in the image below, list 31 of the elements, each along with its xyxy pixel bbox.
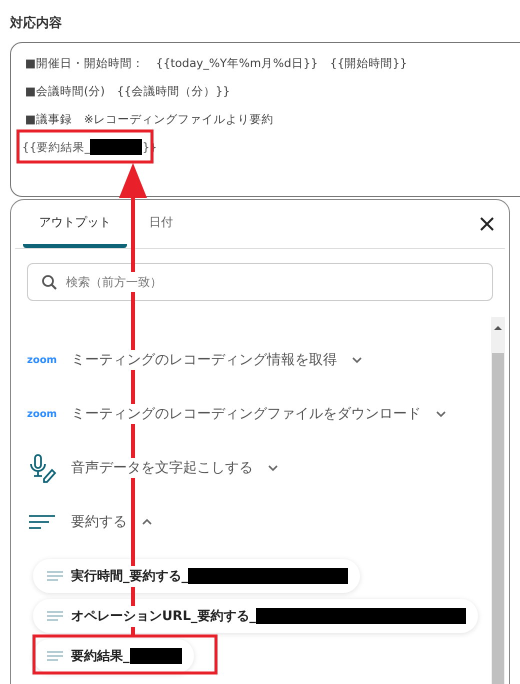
tab[interactable]: 日付 [135, 200, 187, 248]
list-item[interactable]: zoom ミーティングのレコーディング情報を取得 [27, 333, 491, 387]
output-item[interactable]: 要約結果_ [33, 639, 194, 673]
text-line: {{today_%Y年%m月%d日}} [156, 56, 318, 70]
lines-icon [47, 650, 63, 662]
list-item[interactable]: 要約する [27, 495, 491, 549]
list-item[interactable]: 音声データを文字起こしする [27, 441, 491, 495]
lines-icon [47, 610, 63, 622]
text-line: {{会議時間（分）}} [116, 84, 230, 98]
zoom-logo: zoom [27, 354, 57, 366]
microphone-icon [27, 453, 57, 483]
search-icon [41, 274, 57, 290]
zoom-logo: zoom [27, 408, 57, 420]
field-label: 対応内容 [10, 14, 63, 32]
output-item[interactable]: 実行時間_要約する_ [33, 559, 360, 593]
tab[interactable]: アウトプット [23, 200, 127, 248]
scrollbar[interactable] [491, 317, 505, 684]
scroll-up-icon[interactable] [494, 325, 502, 331]
text-line: ※レコーディングファイルより要約 [84, 112, 274, 126]
item-label: 実行時間_要約する_ [71, 568, 188, 585]
item-label: オペレーションURL_要約する_ [71, 608, 256, 625]
text-line: ■開催日・開始時間： [25, 56, 144, 70]
text-line: {{開始時間}} [330, 56, 408, 70]
item-label: 要約結果_ [71, 648, 130, 665]
lines-icon [47, 570, 63, 582]
text-line: ■議事録 [25, 112, 72, 126]
text-line: ■会議時間(分) [25, 84, 105, 98]
search-field[interactable]: 検索（前方一致） [27, 263, 493, 301]
close-icon[interactable] [479, 216, 495, 232]
output-item[interactable]: オペレーションURL_要約する_ [33, 599, 478, 633]
list-item[interactable]: zoom ミーティングのレコーディングファイルをダウンロード [27, 387, 491, 441]
